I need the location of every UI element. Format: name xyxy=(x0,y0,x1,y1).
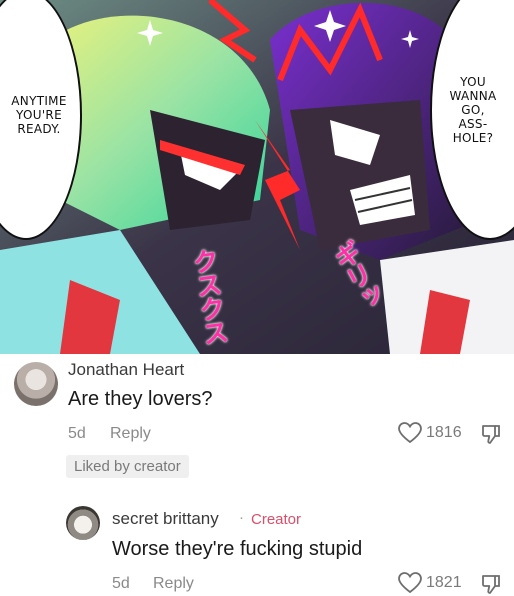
speech-bubble-right-text: YOU WANNA GO, ASS- HOLE? xyxy=(449,75,497,145)
thumbs-down-icon[interactable] xyxy=(480,573,502,595)
speech-bubble-left-text: ANYTIME YOU'RE READY. xyxy=(11,94,67,136)
avatar[interactable] xyxy=(66,506,100,540)
reply-button[interactable]: Reply xyxy=(153,575,194,593)
like-count: 1821 xyxy=(426,574,462,591)
avatar[interactable] xyxy=(14,362,58,406)
separator-dot: · xyxy=(239,509,244,526)
manga-panel-image: ANYTIME YOU'RE READY. YOU WANNA GO, ASS-… xyxy=(0,0,514,354)
liked-by-creator-badge: Liked by creator xyxy=(66,455,189,478)
reply-button[interactable]: Reply xyxy=(110,425,151,443)
creator-badge: Creator xyxy=(251,511,302,528)
like-count: 1816 xyxy=(426,424,462,441)
like-button[interactable]: 1821 xyxy=(398,572,462,594)
comment-author[interactable]: Jonathan Heart xyxy=(68,360,184,380)
comment-text: Worse they're fucking stupid xyxy=(112,538,363,560)
heart-icon xyxy=(398,572,422,594)
like-button[interactable]: 1816 xyxy=(398,422,462,444)
thumbs-down-icon[interactable] xyxy=(480,423,502,445)
comment-timestamp: 5d xyxy=(68,425,86,442)
comment-text: Are they lovers? xyxy=(68,388,213,410)
comment-timestamp: 5d xyxy=(112,575,130,592)
heart-icon xyxy=(398,422,422,444)
comment-author[interactable]: secret brittany xyxy=(112,509,219,529)
